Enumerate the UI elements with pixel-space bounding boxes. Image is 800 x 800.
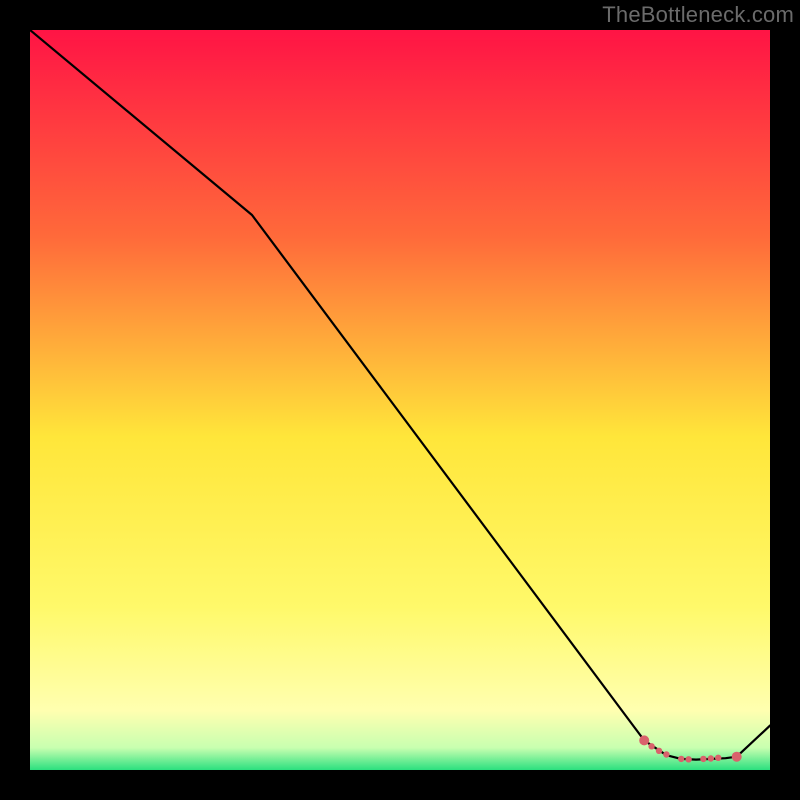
marker-point xyxy=(648,743,654,749)
marker-point xyxy=(700,756,706,762)
chart-frame: TheBottleneck.com xyxy=(0,0,800,800)
marker-point xyxy=(708,755,714,761)
watermark-text: TheBottleneck.com xyxy=(602,2,794,28)
marker-point xyxy=(678,756,684,762)
marker-point xyxy=(656,748,662,754)
marker-point xyxy=(685,756,691,762)
marker-point xyxy=(639,735,649,745)
chart-svg xyxy=(30,30,770,770)
marker-point xyxy=(715,755,721,761)
marker-point xyxy=(663,751,669,757)
gradient-background xyxy=(30,30,770,770)
marker-point xyxy=(732,752,742,762)
plot-area xyxy=(30,30,770,770)
